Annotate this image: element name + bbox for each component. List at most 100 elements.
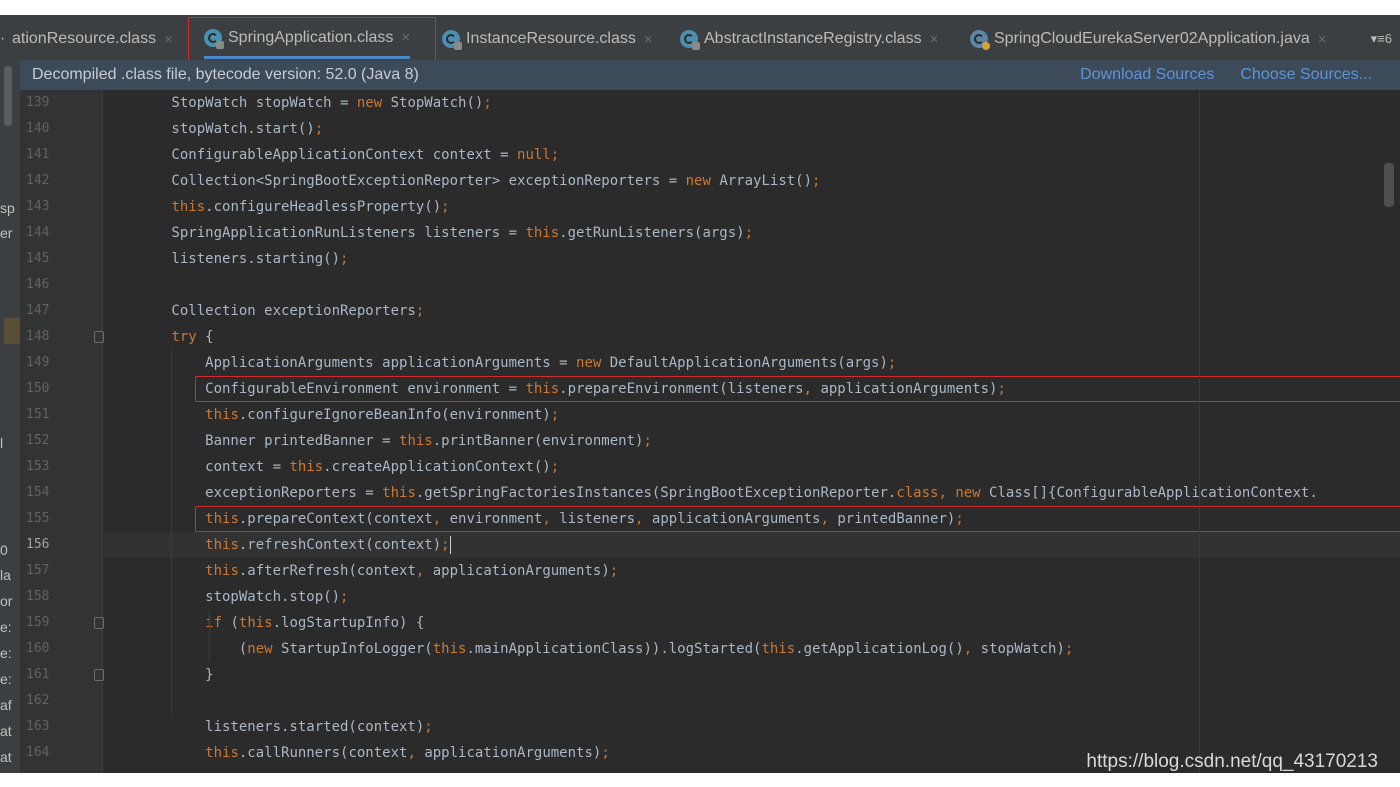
code-line[interactable]: ConfigurableEnvironment environment = th… [104,376,1400,402]
code-token: listeners [559,511,636,527]
download-sources-link[interactable]: Download Sources [1080,66,1214,84]
code-token: , [820,511,838,527]
line-number-gutter: 139 140 141 142 143 144 145 146 147 148 149 150 151 1… [20,90,152,773]
code-token: .getApplicationLog() [795,641,964,657]
editor-tab[interactable]: InstanceResource.class × [442,19,653,59]
code-line[interactable]: (new StartupInfoLogger(this.mainApplicat… [104,636,1400,662]
editor-scrollbar-thumb[interactable] [1384,163,1394,207]
code-line[interactable]: } [104,662,1400,688]
code-token: ArrayList() [719,173,813,189]
code-token: .logStartupInfo) { [272,615,425,631]
editor-tab[interactable]: ationResource.class × [12,19,173,59]
code-token: , [635,511,652,527]
tab-close-icon[interactable]: × [164,31,173,48]
code-line[interactable]: this.prepareContext(context, environment… [104,506,1400,532]
banner-text: Decompiled .class file, bytecode version… [32,66,419,83]
panel-scrollbar[interactable] [4,66,12,126]
tab-close-icon[interactable]: × [644,31,653,48]
code-line[interactable]: listeners.starting(); [104,246,1400,272]
tab-close-icon[interactable]: × [930,31,939,48]
tab-overflow-button[interactable]: ▾≡6 [1371,31,1392,47]
code-line[interactable]: exceptionReporters = this.getSpringFacto… [104,480,1400,506]
code-line[interactable]: StopWatch stopWatch = new StopWatch(); [104,90,1400,116]
code-token: , [963,641,981,657]
panel-selected-item[interactable] [4,318,20,344]
code-line[interactable]: try { [104,324,1400,350]
line-number: 164 [26,745,50,760]
code-token: ; [441,199,450,215]
line-number: 156 [26,537,50,552]
code-token: this [238,615,273,631]
code-line[interactable]: Collection<SpringBootExceptionReporter> … [104,168,1400,194]
code-line[interactable]: stopWatch.stop(); [104,584,1400,610]
tab-close-icon[interactable]: × [1318,31,1327,48]
panel-text-fragment: e: [0,671,12,687]
code-token: SpringApplicationRunListeners listeners … [104,225,526,241]
line-number: 144 [26,225,50,240]
code-token: listeners.starting() [104,251,341,267]
code-token: applicationArguments) [820,381,998,397]
code-line[interactable]: this.configureIgnoreBeanInfo(environment… [104,402,1400,428]
line-number: 152 [26,433,50,448]
watermark: https://blog.csdn.net/qq_43170213 [1086,751,1378,772]
project-panel-edge: sp er l 0 la or e: e: e: af at at [0,60,20,773]
line-number: 150 [26,381,50,396]
code-token: ; [997,381,1006,397]
code-line[interactable]: this.afterRefresh(context, applicationAr… [104,558,1400,584]
editor-tab[interactable]: AbstractInstanceRegistry.class × [680,19,938,59]
editor-tab[interactable]: SpringCloudEurekaServer02Application.jav… [970,19,1327,59]
code-token: .configureIgnoreBeanInfo(environment) [238,407,551,423]
fold-marker-icon[interactable] [94,669,104,681]
code-token: new [955,485,990,501]
line-number: 139 [26,95,50,110]
panel-text-fragment: at [0,723,12,739]
line-number: 163 [26,719,50,734]
code-line[interactable] [104,688,1400,714]
code-token: ; [550,407,560,423]
code-line[interactable]: context = this.createApplicationContext(… [104,454,1400,480]
panel-text-fragment: e: [0,645,12,661]
code-token: ; [643,433,652,449]
line-number: 157 [26,563,50,578]
code-line[interactable] [104,272,1400,298]
editor-tab[interactable]: SpringApplication.class × [204,19,411,59]
code-token: ; [314,121,324,137]
line-number: 147 [26,303,50,318]
code-line[interactable]: this.refreshContext(context); [104,532,1400,558]
code-editor[interactable]: StopWatch stopWatch = new StopWatch(); s… [104,90,1400,773]
line-number: 154 [26,485,50,500]
code-line[interactable]: ConfigurableApplicationContext context =… [104,142,1400,168]
code-token: this [289,459,324,475]
code-token: DefaultApplicationArguments(args) [609,355,888,371]
code-line[interactable]: if (this.logStartupInfo) { [104,610,1400,636]
line-number: 153 [26,459,50,474]
panel-text-fragment: sp [0,200,15,216]
right-margin-guide [1199,90,1200,773]
tab-close-icon[interactable]: × [401,29,410,46]
code-token: StopWatch() [390,95,484,111]
code-token: this [432,641,467,657]
line-number: 162 [26,693,50,708]
code-token: ; [550,459,560,475]
line-number: 141 [26,147,50,162]
choose-sources-link[interactable]: Choose Sources... [1240,66,1372,84]
code-line[interactable]: this.configureHeadlessProperty(); [104,194,1400,220]
fold-marker-icon[interactable] [94,617,104,629]
panel-text-fragment: af [0,697,12,713]
editor-tab-bar: · ationResource.class × SpringApplication.c… [0,15,1400,62]
code-line[interactable]: ApplicationArguments applicationArgument… [104,350,1400,376]
code-token: ; [609,563,619,579]
code-line[interactable]: SpringApplicationRunListeners listeners … [104,220,1400,246]
panel-text-fragment: la [0,567,11,583]
code-token: ; [340,251,349,267]
fold-marker-icon[interactable] [94,331,104,343]
code-token: stopWatch.stop() [104,589,341,605]
code-line[interactable]: Collection exceptionReporters; [104,298,1400,324]
code-line[interactable]: stopWatch.start(); [104,116,1400,142]
panel-text-fragment: at [0,749,12,765]
code-line[interactable]: listeners.started(context); [104,714,1400,740]
code-line[interactable]: Banner printedBanner = this.printBanner(… [104,428,1400,454]
